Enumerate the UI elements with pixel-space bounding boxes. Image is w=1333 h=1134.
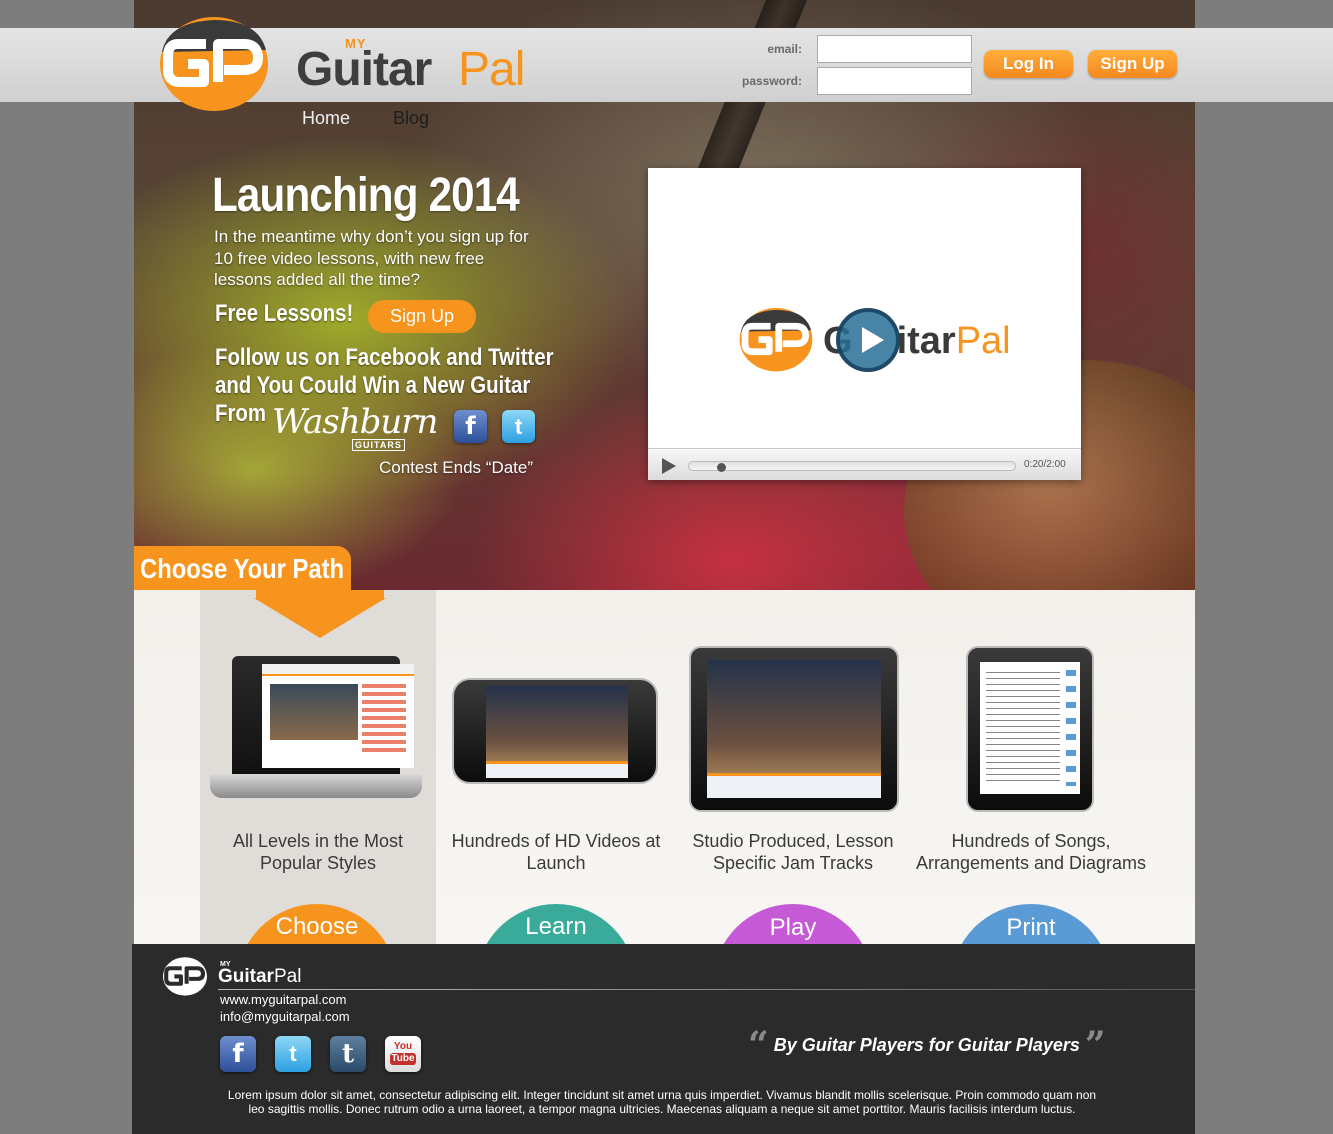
footer-divider: [218, 989, 1195, 990]
footer-twitter-icon[interactable]: t: [275, 1036, 311, 1072]
logo-gp-icon[interactable]: [158, 14, 270, 112]
laptop-screen-sidebar: [362, 684, 406, 754]
laptop-screen: [262, 664, 414, 768]
password-field[interactable]: [817, 67, 972, 95]
footer-youtube-icon[interactable]: You Tube: [385, 1036, 421, 1072]
laptop-screen-video: [270, 684, 358, 740]
youtube-you-text: You: [393, 1041, 413, 1052]
play-button[interactable]: Play: [713, 904, 873, 944]
controls-play-icon[interactable]: [662, 458, 676, 474]
footer-body-text: Lorem ipsum dolor sit amet, consectetur …: [227, 1088, 1097, 1116]
tablet-sheet-device-image: [966, 646, 1094, 812]
laptop-screen-header: [262, 664, 414, 676]
logo-my-text: MY: [345, 36, 367, 51]
footer-website-link[interactable]: www.myguitarpal.com: [220, 992, 346, 1007]
video-controls: 0:20/2:00: [648, 448, 1081, 480]
footer-email-link[interactable]: info@myguitarpal.com: [220, 1009, 350, 1024]
open-quote-icon: “: [748, 1024, 769, 1066]
nav-home-link[interactable]: Home: [302, 108, 350, 129]
learn-button[interactable]: Learn: [476, 904, 636, 944]
hero-facebook-icon[interactable]: f: [454, 410, 487, 443]
nav-blog-link[interactable]: Blog: [393, 108, 429, 129]
path-caption-choose: All Levels in the Most Popular Styles: [232, 831, 404, 873]
footer-tumblr-icon[interactable]: t: [330, 1036, 366, 1072]
video-logo-itar: itar: [896, 320, 956, 362]
hero-title: Launching 2014: [212, 169, 520, 222]
email-label: email:: [767, 42, 802, 56]
tablet-video-device-image: [689, 646, 899, 812]
down-arrow-icon: [254, 598, 386, 638]
tablet-sheet-screen: [980, 662, 1080, 794]
path-clip-area: All Levels in the Most Popular Styles Hu…: [134, 590, 1195, 944]
tablet-video-screen: [707, 660, 881, 798]
hero-twitter-icon[interactable]: t: [502, 410, 535, 443]
phone-screen-toolbar: [486, 761, 628, 778]
footer-tagline: “ By Guitar Players for Guitar Players ”: [748, 1024, 1106, 1066]
free-lessons-label: Free Lessons!: [215, 300, 354, 327]
choose-path-section: All Levels in the Most Popular Styles Hu…: [134, 590, 1195, 944]
video-play-icon[interactable]: [836, 308, 900, 372]
video-seek-handle[interactable]: [717, 463, 726, 472]
path-caption-print: Hundreds of Songs, Arrangements and Diag…: [915, 831, 1147, 873]
washburn-logo[interactable]: Washburn: [272, 402, 438, 442]
logo-pal-text[interactable]: Pal: [458, 42, 525, 97]
email-field[interactable]: [817, 35, 972, 63]
footer: MY GuitarPal www.myguitarpal.com info@my…: [132, 944, 1195, 1134]
hero-signup-button[interactable]: Sign Up: [368, 300, 476, 333]
sheet-music-toolbar: [1066, 670, 1076, 786]
hero-description: In the meantime why don’t you sign up fo…: [214, 227, 529, 289]
laptop-base: [210, 774, 422, 798]
tablet-screen-toolbar: [707, 773, 881, 798]
footer-logo-text: GuitarPal: [218, 966, 301, 988]
footer-logo-pal: Pal: [273, 966, 302, 987]
contest-ends-text: Contest Ends “Date”: [379, 458, 534, 477]
header-signup-button[interactable]: Sign Up: [1088, 50, 1177, 78]
youtube-tube-text: Tube: [390, 1053, 416, 1065]
footer-logo-guitar: Guitar: [218, 966, 274, 987]
path-caption-learn: Hundreds of HD Videos at Launch: [451, 831, 661, 873]
laptop-lid: [232, 656, 414, 774]
print-button[interactable]: Print: [951, 904, 1111, 944]
login-button[interactable]: Log In: [984, 50, 1073, 78]
path-caption-play: Studio Produced, Lesson Specific Jam Tra…: [692, 831, 894, 873]
laptop-device-image: [210, 656, 422, 806]
washburn-guitars-text: GUITARS: [352, 439, 405, 451]
sheet-music-lines: [986, 672, 1060, 782]
video-logo-gp-icon: [739, 308, 813, 372]
close-quote-icon: ”: [1084, 1024, 1106, 1066]
choose-path-title: Choose Your Path: [140, 553, 345, 584]
phone-device-image: [452, 678, 658, 784]
video-seek-bar[interactable]: [688, 461, 1016, 471]
phone-screen: [486, 686, 628, 778]
footer-facebook-icon[interactable]: f: [220, 1036, 256, 1072]
video-logo-pal: Pal: [955, 320, 1011, 362]
choose-path-tab: Choose Your Path: [134, 546, 351, 590]
password-label: password:: [741, 74, 802, 88]
footer-logo-gp-icon[interactable]: [162, 956, 208, 996]
video-time: 0:20/2:00: [1024, 459, 1066, 470]
video-player[interactable]: GitarPal 0:20/2:00: [648, 168, 1081, 480]
footer-tagline-text: By Guitar Players for Guitar Players: [773, 1035, 1080, 1055]
